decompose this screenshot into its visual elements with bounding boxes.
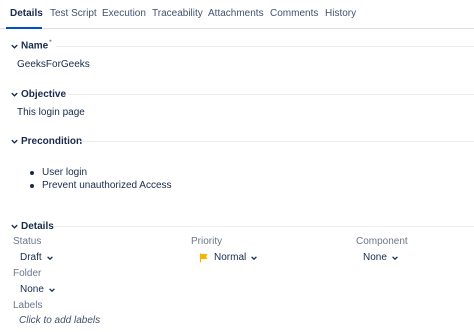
labels-label: Labels (13, 300, 43, 311)
active-tab-indicator (6, 27, 42, 29)
chevron-down-icon (11, 44, 18, 49)
chevron-down-icon (251, 255, 258, 260)
section-divider (56, 46, 474, 47)
folder-value: None (20, 284, 44, 295)
tab-history[interactable]: History (325, 8, 356, 19)
folder-label: Folder (13, 268, 42, 279)
component-label: Component (356, 236, 408, 247)
tab-bar: Details Test Script Execution Traceabili… (0, 0, 474, 29)
objective-section-toggle[interactable]: Objective (10, 87, 66, 101)
section-divider (80, 141, 474, 142)
status-label: Status (13, 236, 42, 247)
chevron-down-icon (11, 92, 18, 97)
precondition-section-toggle[interactable]: Precondition (10, 134, 82, 148)
tab-attachments[interactable]: Attachments (208, 8, 264, 19)
tab-traceability[interactable]: Traceability (152, 8, 203, 19)
tab-details[interactable]: Details (10, 8, 43, 19)
name-section-toggle[interactable]: Name* (10, 39, 52, 53)
tab-test-script[interactable]: Test Script (50, 8, 97, 19)
objective-section-title: Objective (21, 88, 67, 100)
name-section-title: Name* (21, 40, 52, 52)
list-item: User login (30, 166, 172, 179)
component-dropdown[interactable]: None (363, 252, 399, 263)
status-dropdown[interactable]: Draft (20, 252, 54, 263)
chevron-down-icon (11, 139, 18, 144)
details-section-toggle[interactable]: Details (10, 219, 54, 233)
list-item: Prevent unauthorized Access (30, 179, 172, 192)
flag-icon (199, 253, 208, 262)
precondition-section-title: Precondition (21, 135, 83, 147)
section-divider (68, 94, 474, 95)
folder-dropdown[interactable]: None (20, 284, 56, 295)
tab-comments[interactable]: Comments (270, 8, 318, 19)
chevron-down-icon (392, 255, 398, 260)
details-section-title: Details (21, 220, 54, 232)
precondition-list[interactable]: User login Prevent unauthorized Access (30, 166, 172, 192)
required-mark: * (49, 40, 52, 47)
tab-execution[interactable]: Execution (102, 8, 146, 19)
name-value[interactable]: GeeksForGeeks (17, 59, 90, 70)
objective-value[interactable]: This login page (17, 107, 85, 118)
component-value: None (363, 252, 387, 263)
priority-dropdown[interactable]: Normal (199, 252, 258, 263)
chevron-down-icon (11, 224, 18, 229)
priority-value: Normal (214, 252, 247, 263)
chevron-down-icon (49, 287, 55, 292)
chevron-down-icon (46, 255, 53, 260)
status-value: Draft (20, 252, 42, 263)
priority-label: Priority (191, 236, 223, 247)
section-divider (54, 226, 474, 227)
add-labels-field[interactable]: Click to add labels (19, 315, 100, 326)
